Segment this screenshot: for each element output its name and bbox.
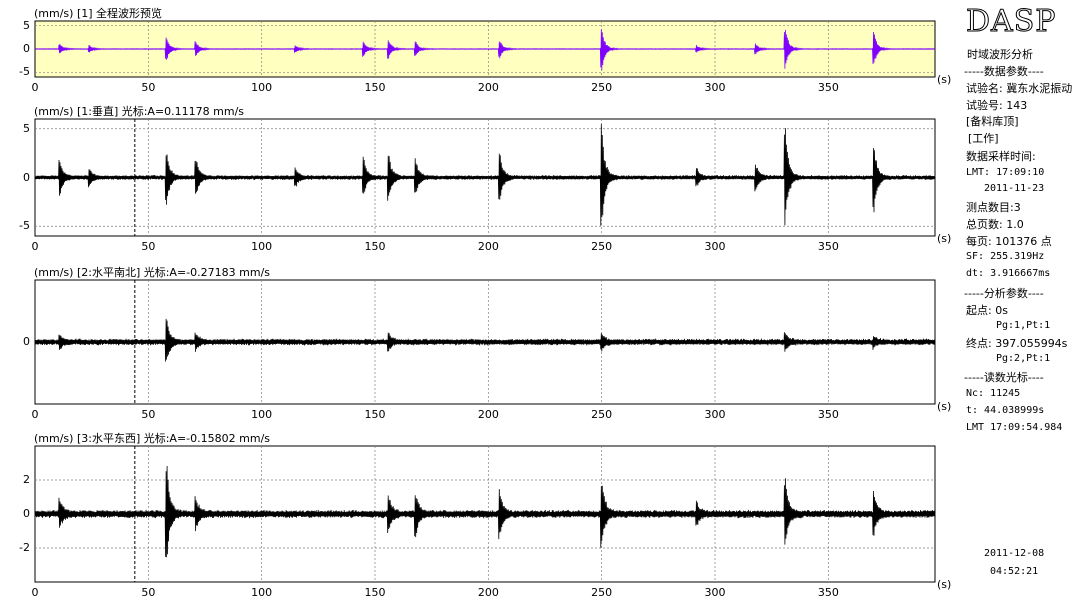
info-section-analysis: -----分析参数----	[964, 287, 1044, 300]
info-condition: [工作]	[968, 132, 999, 145]
footer-time: 04:52:21	[990, 566, 1039, 577]
info-start-pg: Pg:1,Pt:1	[996, 320, 1051, 331]
x-tick-label: 50	[141, 586, 156, 599]
dasp-logo: DASP	[965, 4, 1057, 40]
info-sf: SF: 255.319Hz	[966, 251, 1045, 262]
info-test-no: 试验号: 143	[966, 99, 1028, 112]
waveform-plot-4[interactable]	[0, 0, 1077, 599]
info-lmt-start: LMT: 17:09:10	[966, 167, 1045, 178]
x-tick-label: 350	[817, 586, 839, 599]
info-lmt-cursor: LMT 17:09:54.984	[966, 422, 1063, 433]
info-start: 起点: 0s	[966, 304, 1008, 317]
info-date: 2011-11-23	[984, 183, 1045, 194]
y-tick-label: -2	[19, 541, 30, 554]
y-tick-label: 0	[23, 507, 30, 520]
info-heading: 时域波形分析	[967, 48, 1033, 61]
x-unit-label: (s)	[937, 578, 952, 591]
info-location: [备料库顶]	[966, 115, 1019, 128]
x-tick-label: 150	[364, 586, 386, 599]
info-end: 终点: 397.055994s	[966, 337, 1068, 350]
x-tick-label: 100	[251, 586, 273, 599]
info-dt: dt: 3.916667ms	[966, 268, 1051, 279]
info-nc: Nc: 11245	[966, 388, 1021, 399]
info-pages: 总页数: 1.0	[966, 218, 1024, 231]
info-t: t: 44.038999s	[966, 405, 1045, 416]
info-end-pg: Pg:2,Pt:1	[996, 353, 1051, 364]
footer-date: 2011-12-08	[984, 548, 1045, 559]
info-points: 测点数目:3	[966, 201, 1021, 214]
x-tick-label: 250	[591, 586, 613, 599]
info-section-data: -----数据参数----	[964, 65, 1044, 78]
y-tick-label: 2	[23, 473, 30, 486]
x-tick-label: 0	[31, 586, 39, 599]
x-tick-label: 200	[477, 586, 499, 599]
info-section-cursor: -----读数光标----	[964, 371, 1044, 384]
info-sample-time-label: 数据采样时间:	[966, 150, 1036, 163]
info-test-name: 试验名: 冀东水泥振动	[966, 82, 1073, 95]
x-tick-label: 300	[704, 586, 726, 599]
info-per-page: 每页: 101376 点	[966, 235, 1052, 248]
